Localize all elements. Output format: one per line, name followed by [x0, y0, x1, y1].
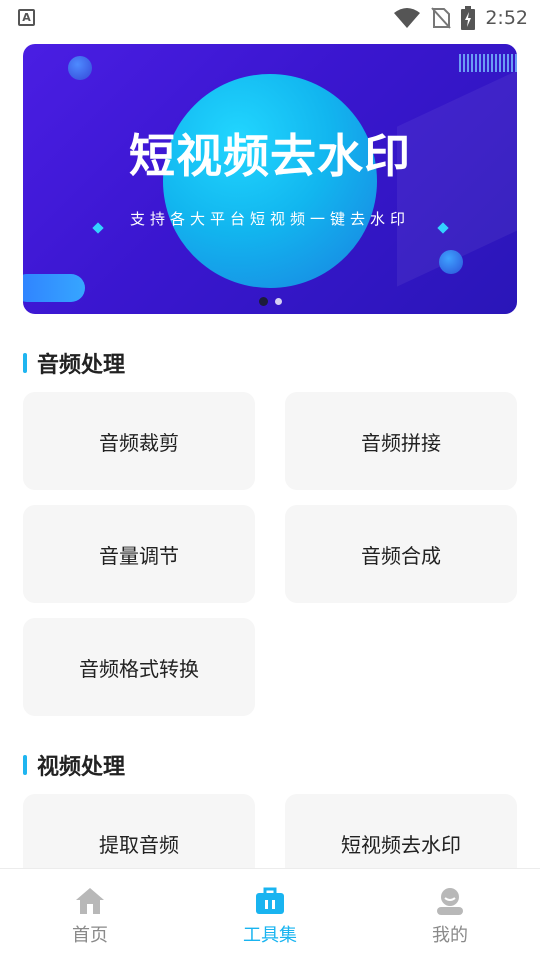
- banner-decoration: [68, 56, 92, 80]
- banner-decoration: [439, 250, 463, 274]
- home-icon: [76, 888, 104, 914]
- banner-decoration: [459, 54, 517, 72]
- tool-card-audio-trim[interactable]: 音频裁剪: [23, 392, 255, 490]
- section-title-video: 视频处理: [23, 749, 125, 781]
- nav-label-toolbox: 工具集: [243, 925, 297, 946]
- nav-item-home[interactable]: 首页: [0, 869, 180, 960]
- bottom-navigation: 首页 工具集 我的: [0, 868, 540, 960]
- carousel-dot-active[interactable]: [258, 297, 268, 306]
- no-sim-icon: [431, 7, 452, 29]
- banner-title: 短视频去水印: [129, 129, 411, 183]
- wifi-icon: [394, 8, 421, 28]
- tool-card-volume-adjust[interactable]: 音量调节: [23, 505, 255, 603]
- nav-label-home: 首页: [72, 925, 108, 946]
- section-accent-bar: [23, 353, 27, 373]
- nav-item-profile[interactable]: 我的: [360, 869, 540, 960]
- nav-item-toolbox[interactable]: 工具集: [180, 869, 360, 960]
- tool-card-audio-mix[interactable]: 音频合成: [285, 505, 517, 603]
- section-title-text: 视频处理: [37, 755, 126, 780]
- profile-icon: [437, 888, 463, 915]
- tool-card-audio-join[interactable]: 音频拼接: [285, 392, 517, 490]
- tool-card-audio-format-convert[interactable]: 音频格式转换: [23, 618, 255, 716]
- section-title-audio: 音频处理: [23, 347, 125, 379]
- banner-carousel[interactable]: 短视频去水印 支持各大平台短视频一键去水印: [23, 44, 517, 314]
- status-bar: A 2:52: [0, 0, 540, 36]
- status-time: 2:52: [485, 7, 528, 29]
- carousel-indicator: [23, 297, 517, 306]
- carousel-dot[interactable]: [274, 298, 282, 305]
- toolbox-icon: [256, 887, 284, 914]
- battery-charging-icon: [461, 6, 476, 30]
- section-title-text: 音频处理: [37, 353, 126, 378]
- nav-label-profile: 我的: [432, 925, 468, 946]
- section-accent-bar: [23, 755, 27, 775]
- status-icons: 2:52: [393, 5, 528, 31]
- text-a-icon: A: [18, 9, 35, 26]
